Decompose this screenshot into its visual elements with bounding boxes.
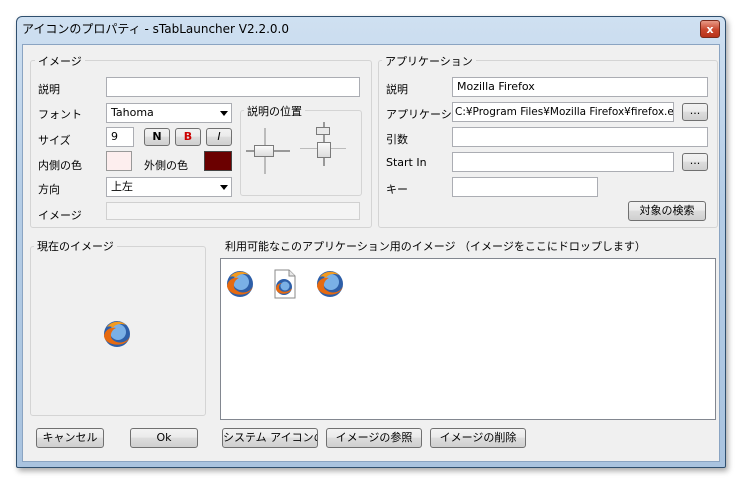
direction-label: 方向 xyxy=(38,183,60,196)
image-label: イメージ xyxy=(38,209,82,222)
outer-color-swatch[interactable] xyxy=(204,151,232,171)
available-images-title: 利用可能なこのアプリケーション用のイメージ （イメージをここにドロップします） xyxy=(222,238,649,254)
browse-image-button[interactable]: イメージの参照 xyxy=(326,428,422,448)
image-path-field xyxy=(106,202,360,220)
chevron-down-icon xyxy=(220,111,228,116)
ok-button[interactable]: Ok xyxy=(130,428,198,448)
direction-select-value: 上左 xyxy=(111,180,133,193)
image-group-title: イメージ xyxy=(35,53,85,69)
args-input[interactable] xyxy=(452,127,708,147)
horizontal-position-slider[interactable] xyxy=(246,118,294,180)
args-label: 引数 xyxy=(386,133,408,146)
app-desc-label: 説明 xyxy=(386,83,408,96)
search-target-button[interactable]: 対象の検索 xyxy=(628,201,706,221)
delete-image-button[interactable]: イメージの削除 xyxy=(430,428,526,448)
chevron-down-icon xyxy=(220,185,228,190)
app-desc-input[interactable]: Mozilla Firefox xyxy=(452,77,708,97)
firefox-icon[interactable] xyxy=(224,268,256,300)
font-label: フォント xyxy=(38,108,82,121)
inner-color-label: 内側の色 xyxy=(38,159,82,172)
app-path-input[interactable]: C:¥Program Files¥Mozilla Firefox¥firefox… xyxy=(452,102,674,122)
hotkey-input[interactable] xyxy=(452,177,598,197)
vertical-position-slider[interactable] xyxy=(300,118,348,180)
firefox-icon[interactable] xyxy=(314,268,346,300)
bold-style-button[interactable]: B xyxy=(175,128,201,146)
direction-select[interactable]: 上左 xyxy=(106,177,232,197)
startin-input[interactable] xyxy=(452,152,674,172)
inner-color-swatch[interactable] xyxy=(106,151,132,171)
font-select[interactable]: Tahoma xyxy=(106,103,232,123)
close-button[interactable]: x xyxy=(700,20,720,38)
cancel-button[interactable]: キャンセル xyxy=(36,428,104,448)
italic-style-button[interactable]: I xyxy=(206,128,232,146)
normal-style-button[interactable]: N xyxy=(144,128,170,146)
browse-startin-button[interactable]: ... xyxy=(682,153,708,171)
position-group-title: 説明の位置 xyxy=(244,103,305,119)
application-group-title: アプリケーション xyxy=(382,53,476,69)
firefox-icon xyxy=(104,321,130,347)
system-icons-button[interactable]: システム アイコンの xyxy=(222,428,318,448)
desc-label: 説明 xyxy=(38,83,60,96)
size-label: サイズ xyxy=(38,134,71,147)
window-title: アイコンのプロパティ - sTabLauncher V2.2.0.0 xyxy=(22,22,289,36)
size-input[interactable]: 9 xyxy=(106,127,134,147)
firefox-document-icon[interactable] xyxy=(268,268,300,300)
font-select-value: Tahoma xyxy=(111,106,154,119)
key-label: キー xyxy=(386,183,408,196)
current-image-title: 現在のイメージ xyxy=(34,238,117,254)
desc-input[interactable] xyxy=(106,77,360,97)
startin-label: Start In xyxy=(386,156,427,169)
outer-color-label: 外側の色 xyxy=(144,159,188,172)
browse-app-button[interactable]: ... xyxy=(682,103,708,121)
